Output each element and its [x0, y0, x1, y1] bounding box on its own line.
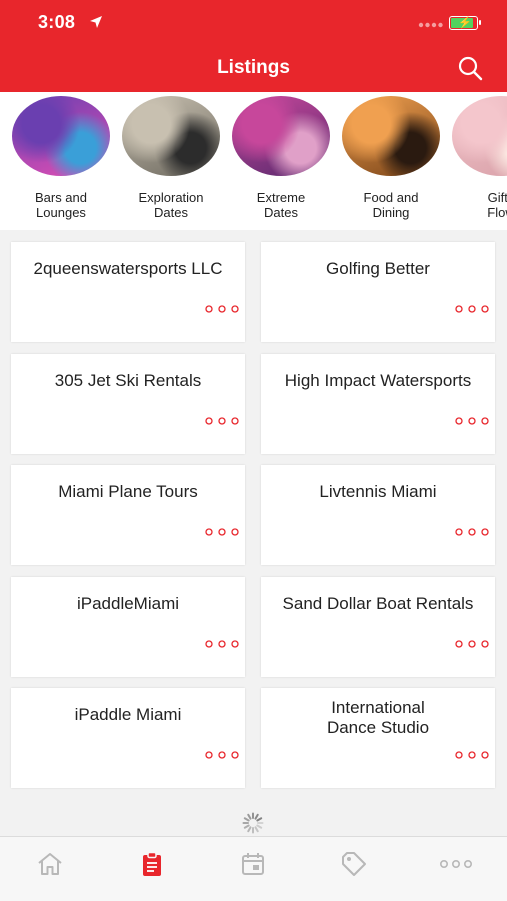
category-label: Food and Dining [363, 190, 419, 220]
tag-icon[interactable] [339, 849, 369, 879]
flowers-photo [452, 96, 507, 176]
more-options-icon[interactable] [455, 416, 489, 425]
more-options-icon[interactable] [205, 528, 239, 536]
listing-title: iPaddleMiami [76, 593, 180, 613]
category-label: Bars and Lounges [34, 190, 88, 220]
category-item[interactable]: GiftsFlow [446, 96, 507, 220]
category-label: Exploration Dates [138, 190, 204, 220]
more-options-icon[interactable] [455, 639, 489, 648]
more-icon[interactable] [437, 849, 475, 879]
listing-title: 305 Jet Ski Rentals [54, 370, 202, 390]
battery-icon: ⚡ [449, 16, 481, 30]
category-item[interactable]: Extreme Dates [226, 96, 336, 220]
category-item[interactable]: Exploration Dates [116, 96, 226, 220]
listing-title: Livtennis Miami [319, 482, 437, 501]
pole-fitness-photo [232, 96, 330, 176]
home-icon[interactable] [35, 849, 65, 879]
category-item[interactable]: Bars and Lounges [6, 96, 116, 220]
more-options-icon[interactable] [205, 305, 239, 313]
listing-card[interactable]: Miami Plane Tours [11, 465, 245, 565]
search-icon[interactable] [456, 54, 484, 82]
listings-icon[interactable] [137, 849, 167, 879]
listing-title: Golfing Better [326, 259, 430, 278]
listing-title: Sand Dollar Boat Rentals [282, 593, 474, 613]
location-arrow-icon [90, 16, 102, 28]
more-options-icon[interactable] [455, 751, 489, 759]
calendar-icon[interactable] [238, 849, 268, 879]
loading-spinner-icon [242, 812, 264, 834]
signal-icon [418, 22, 443, 28]
listing-card[interactable]: Livtennis Miami [261, 465, 495, 565]
status-time: 3:08 [38, 12, 76, 32]
listing-card[interactable]: 2queenswatersports LLC [11, 242, 245, 342]
more-options-icon[interactable] [205, 751, 239, 759]
restaurant-photo [342, 96, 440, 176]
listing-title: Miami Plane Tours [58, 482, 198, 501]
listing-card[interactable]: 305 Jet Ski Rentals [11, 353, 245, 454]
category-carousel[interactable]: Bars and Lounges Exploration Dates Extreme Da… [0, 92, 507, 230]
category-item[interactable]: Food and Dining [336, 96, 446, 220]
category-label: Extreme Dates [256, 190, 306, 220]
more-options-icon[interactable] [455, 528, 489, 536]
more-options-icon[interactable] [455, 305, 489, 313]
listing-title: iPaddle Miami [74, 705, 182, 724]
listing-card[interactable]: Sand Dollar Boat Rentals [261, 576, 495, 677]
listing-card[interactable]: High Impact Watersports [261, 353, 495, 454]
listing-title: 2queenswatersports LLC [33, 259, 223, 278]
airboat-photo [122, 96, 220, 176]
listing-card[interactable]: iPaddleMiami [11, 576, 245, 677]
listing-title: High Impact Watersports [284, 370, 472, 390]
more-options-icon[interactable] [205, 639, 239, 648]
page-title: Listings [217, 57, 290, 78]
header-bar: 3:08 ⚡ Listings [0, 0, 507, 92]
category-label: GiftsFlow [487, 190, 507, 220]
listing-card[interactable]: iPaddle Miami [11, 688, 245, 788]
bar-lounge-photo [12, 96, 110, 176]
tab-bar [0, 836, 507, 901]
more-options-icon[interactable] [205, 416, 239, 425]
listing-card[interactable]: Golfing Better [261, 242, 495, 342]
listing-card[interactable]: International Dance Studio [261, 688, 495, 788]
listing-title: International Dance Studio [326, 698, 430, 737]
